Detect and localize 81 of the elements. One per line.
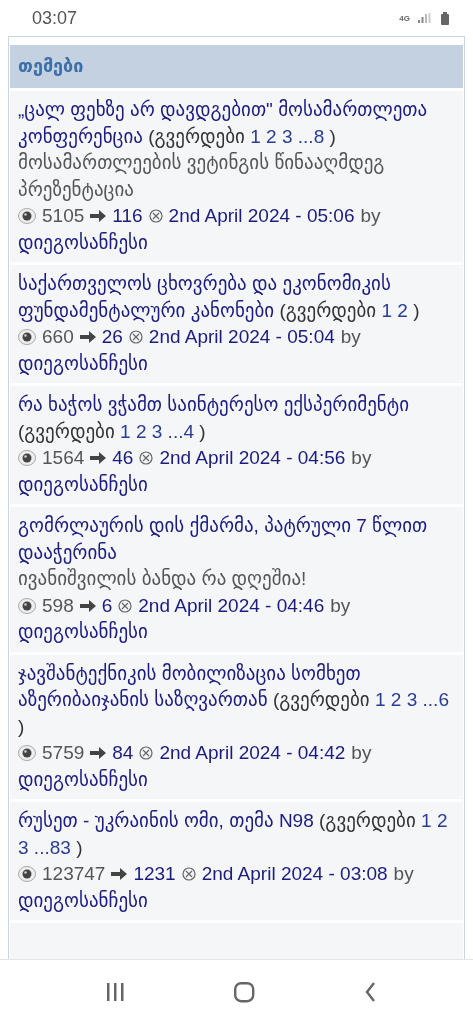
circled-x-icon [148, 209, 163, 224]
eye-icon [18, 597, 36, 614]
page-link[interactable]: 2 [266, 125, 277, 147]
post-date: 2nd April 2024 - 04:42 [159, 741, 346, 765]
circled-x-icon [128, 330, 143, 345]
post-date: 2nd April 2024 - 05:06 [168, 204, 355, 228]
topic-title[interactable]: რუსეთ - უკრაინის ომი, თემა N98 (გვერდები 1 2 3 ...83 ) [18, 808, 455, 861]
page-link[interactable]: 2 [436, 810, 448, 831]
view-count: 598 [42, 593, 74, 618]
network-type: 4G [399, 13, 410, 23]
eye-icon [18, 866, 36, 883]
home-icon[interactable] [234, 981, 255, 1003]
arrow-icon [79, 330, 96, 345]
reply-count: 26 [101, 325, 123, 349]
reply-count: 46 [112, 446, 134, 470]
page-link[interactable]: 3 [151, 420, 163, 442]
page-link[interactable]: 1 [421, 810, 432, 831]
arrow-icon [90, 209, 107, 224]
arrow-icon [79, 598, 96, 613]
battery-icon [441, 11, 449, 25]
page-link[interactable]: 3 [281, 125, 293, 147]
status-time: 03:07 [32, 7, 79, 29]
signal-icon [418, 13, 431, 23]
section-header: თემები [10, 45, 463, 88]
circled-x-icon [181, 867, 196, 882]
reply-count: 84 [112, 741, 134, 765]
arrow-icon [90, 451, 107, 466]
page-link[interactable]: 1 [250, 125, 261, 147]
page-link[interactable]: 3 [18, 836, 29, 858]
topic-title[interactable]: გომრლაურის დის ქმარმა, პატრული 7 წლით დააჭერინა [18, 513, 455, 566]
topic-title[interactable]: „ცალ ფეხზე არ დავდგებით" მოსამართლეთა კონფერენცია (გვერდები 1 2 3 ...8 ) [18, 97, 455, 150]
author-link[interactable]: დიეგოსანჩესი [18, 350, 455, 377]
view-count: 5759 [42, 741, 85, 765]
by-label: by [340, 325, 361, 349]
by-label: by [351, 446, 372, 470]
by-label: by [330, 593, 351, 618]
by-label: by [360, 204, 381, 228]
page-link[interactable]: ...4 [167, 420, 194, 442]
page-link[interactable]: 2 [135, 420, 147, 442]
recent-apps-icon[interactable] [107, 983, 124, 1001]
author-link[interactable]: დიეგოსანჩესი [18, 229, 455, 256]
reply-count: 116 [112, 204, 143, 228]
by-label: by [351, 741, 372, 765]
eye-icon [18, 329, 36, 346]
eye-icon [18, 745, 36, 762]
page-link[interactable]: 3 [406, 689, 418, 710]
eye-icon [18, 208, 36, 225]
arrow-icon [90, 746, 107, 761]
page-link[interactable]: 1 [381, 299, 393, 321]
post-date: 2nd April 2024 - 03:08 [201, 862, 388, 886]
view-count: 123747 [42, 862, 106, 886]
post-date: 2nd April 2024 - 05:04 [148, 325, 335, 349]
post-date: 2nd April 2024 - 04:46 [138, 593, 325, 618]
reply-count: 6 [101, 593, 113, 618]
page-link[interactable]: 1 [120, 420, 131, 442]
page-link[interactable]: 2 [397, 299, 408, 321]
topic-description: ივანიშვილის ბანდა რა დღეშია! [18, 567, 308, 592]
page-link[interactable]: ...6 [422, 689, 449, 710]
topic-title[interactable]: საქართველოს ცხოვრება და ეკონომიკის ფუნდამენტალური კანონები (გვერდები 1 2 ) [18, 271, 455, 324]
circled-x-icon [139, 746, 154, 761]
eye-icon [18, 450, 36, 467]
author-link[interactable]: დიეგოსანჩესი [18, 471, 455, 498]
author-link[interactable]: დიეგოსანჩესი [18, 766, 455, 793]
topic-title[interactable]: რა ხაჭოს ვჭამთ საინტერესო ექსპერიმენტი (გვერდები 1 2 3 ...4 ) [18, 392, 455, 445]
page-link[interactable]: ...83 [33, 836, 71, 858]
view-count: 1564 [42, 446, 85, 470]
by-label: by [393, 862, 414, 886]
page-link[interactable]: 1 [374, 689, 386, 710]
back-icon[interactable] [365, 982, 376, 1002]
author-link[interactable]: დიეგოსანჩესი [18, 887, 455, 914]
page-link[interactable]: 2 [390, 689, 402, 710]
view-count: 660 [42, 325, 74, 349]
topic-title[interactable]: ჯავშანტექნიკის მობილიზაცია სომხეთ აზერიბაიჯანის საზღვართან (გვერდები 1 2 3 ...6 ) [18, 660, 455, 740]
circled-x-icon [118, 598, 133, 613]
circled-x-icon [139, 451, 154, 466]
post-date: 2nd April 2024 - 04:56 [159, 446, 346, 470]
arrow-icon [111, 867, 128, 882]
author-link[interactable]: დიეგოსანჩესი [18, 619, 455, 646]
reply-count: 1231 [133, 862, 176, 886]
page-link[interactable]: ...8 [297, 125, 325, 147]
view-count: 5105 [42, 204, 85, 228]
